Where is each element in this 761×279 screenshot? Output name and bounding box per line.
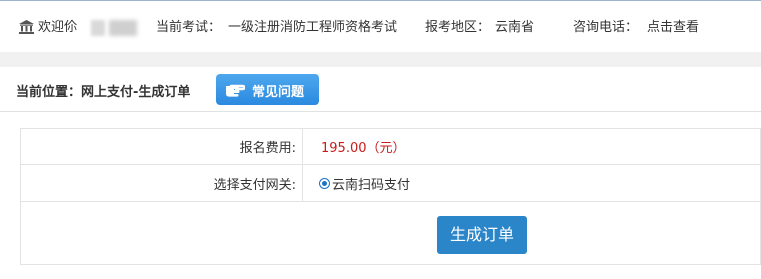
faq-button[interactable]: 常见问题 (216, 74, 319, 105)
phone-view-link[interactable]: 点击查看 (647, 19, 699, 37)
region-label: 报考地区： (425, 20, 491, 35)
table-row (20, 201, 761, 265)
location-bar: 当前位置：网上支付-生成订单 常见问题 (0, 67, 761, 112)
bank-icon (19, 20, 34, 34)
table-row: 选择支付网关: 云南扫码支付 (20, 164, 761, 202)
gateway-radio-option[interactable]: 云南扫码支付 (319, 174, 410, 193)
breadcrumb-path: 网上支付-生成订单 (81, 85, 191, 100)
phone-label: 咨询电话： (573, 20, 639, 35)
gateway-option-label: 云南扫码支付 (332, 177, 411, 193)
region-value: 云南省 (495, 20, 535, 35)
table-row: 报名费用: 195.00（元） (20, 128, 761, 165)
separator-band (0, 52, 761, 67)
welcome-label: 欢迎伱 (38, 20, 78, 35)
breadcrumb-label: 当前位置： (16, 85, 82, 100)
current-exam-label: 当前考试： (156, 20, 222, 35)
submit-cell (20, 201, 761, 265)
generate-order-button[interactable]: 生成订单 (437, 216, 527, 254)
redacted-name-part (91, 20, 105, 36)
gateway-options-cell: 云南扫码支付 (302, 164, 761, 202)
redacted-name (109, 20, 137, 36)
fee-label: 报名费用: (20, 128, 303, 165)
fee-value-cell: 195.00（元） (302, 128, 761, 165)
gateway-label: 选择支付网关: (20, 164, 303, 202)
top-info-bar: 欢迎伱 当前考试： 一级注册消防工程师资格考试 报考地区： 云南省 咨询电话： … (0, 0, 761, 52)
current-exam-value: 一级注册消防工程师资格考试 (228, 20, 398, 35)
pointing-hand-icon (226, 84, 245, 97)
order-form-table: 报名费用: 195.00（元） 选择支付网关: 云南扫码支付 (20, 128, 761, 265)
order-panel: 报名费用: 195.00（元） 选择支付网关: 云南扫码支付 (0, 112, 761, 279)
fee-value: 195.00（元） (321, 141, 406, 156)
faq-button-label: 常见问题 (252, 85, 305, 100)
radio-selected-icon[interactable] (319, 177, 330, 189)
breadcrumb: 当前位置：网上支付-生成订单 (16, 81, 190, 100)
